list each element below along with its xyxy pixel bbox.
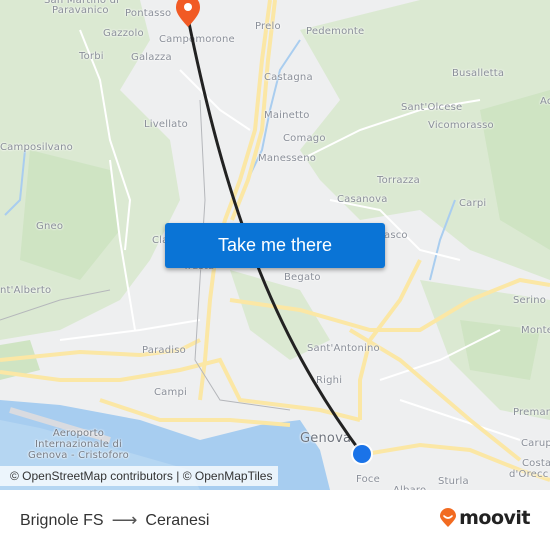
brand-name: moovit [459, 507, 530, 529]
take-me-there-button[interactable]: Take me there [165, 223, 385, 268]
route-summary: Brignole FS ⟶ Ceranesi [20, 510, 209, 531]
destination-pin-icon[interactable] [176, 0, 200, 27]
origin-marker[interactable] [351, 443, 373, 465]
moovit-pin-icon [440, 508, 457, 527]
moovit-logo[interactable]: moovit [439, 507, 530, 529]
map-attribution[interactable]: © OpenStreetMap contributors | © OpenMap… [0, 466, 279, 486]
footer: Brignole FS ⟶ Ceranesi moovit [0, 490, 550, 550]
origin-name: Brignole FS [20, 511, 104, 529]
arrow-right-icon: ⟶ [111, 510, 138, 530]
destination-name: Ceranesi [145, 511, 210, 529]
